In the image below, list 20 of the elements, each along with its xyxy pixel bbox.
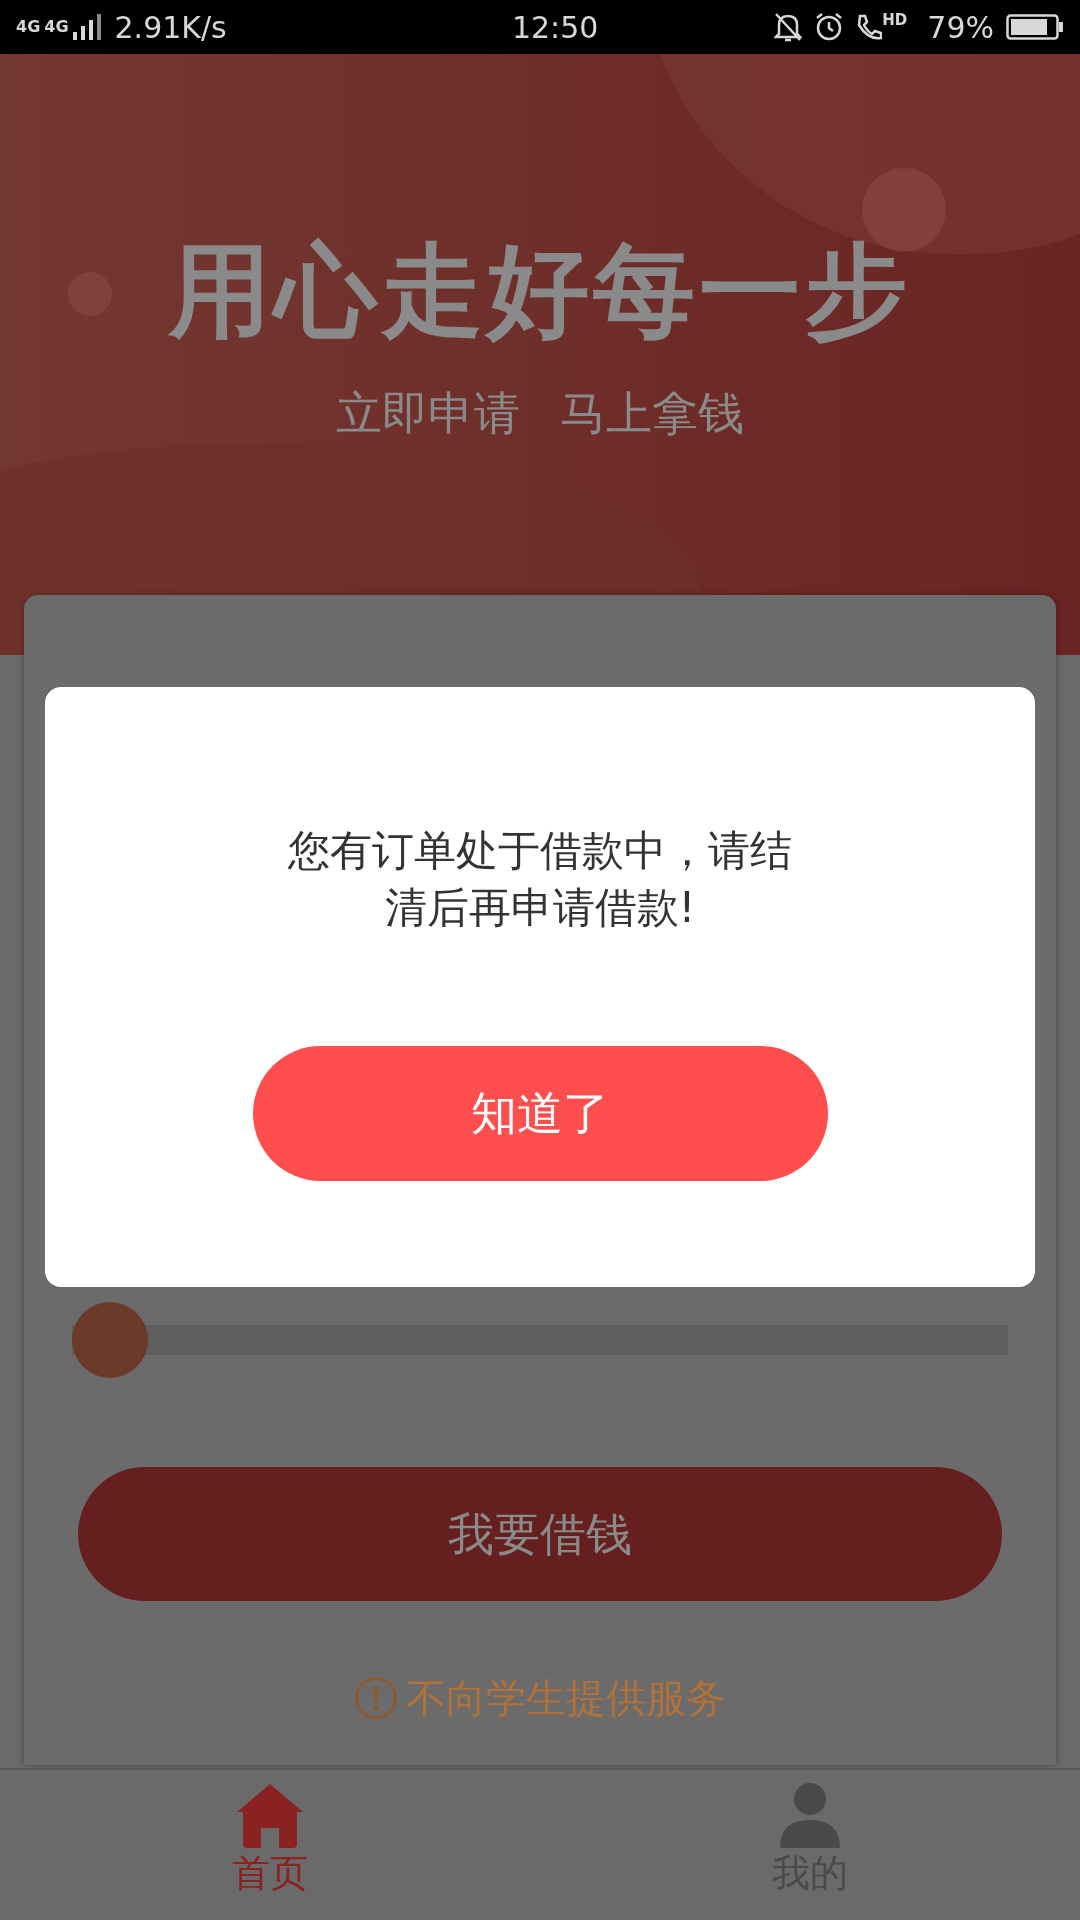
nav-tab[interactable]: 首页 [0, 1770, 540, 1920]
banner-subtitle: 马上拿钱 [560, 390, 744, 436]
warning-icon [354, 1676, 398, 1720]
notice-text: 不向学生提供服务 [406, 1674, 726, 1723]
hd-label: HD [882, 13, 908, 28]
network-speed: 2.91K/s [114, 8, 227, 47]
home-icon [235, 1782, 305, 1848]
phone-icon [856, 13, 883, 41]
bell-off-icon [774, 12, 803, 42]
battery-percent: 79% [927, 8, 994, 47]
dialog-message: 您有订单处于借款中，请结清后再申请借款! [288, 825, 792, 934]
confirm-button[interactable]: 知道了 [252, 1046, 828, 1182]
borrow-button[interactable]: 我要借钱 [78, 1467, 1002, 1601]
battery-icon [1006, 14, 1064, 40]
signal-icon [72, 14, 103, 40]
clock-time: 12:50 [510, 8, 600, 47]
network-label: 4G [16, 19, 41, 35]
person-icon [777, 1782, 843, 1848]
network-label: 4G [44, 19, 69, 35]
banner-subtitle: 立即申请 [336, 390, 520, 436]
